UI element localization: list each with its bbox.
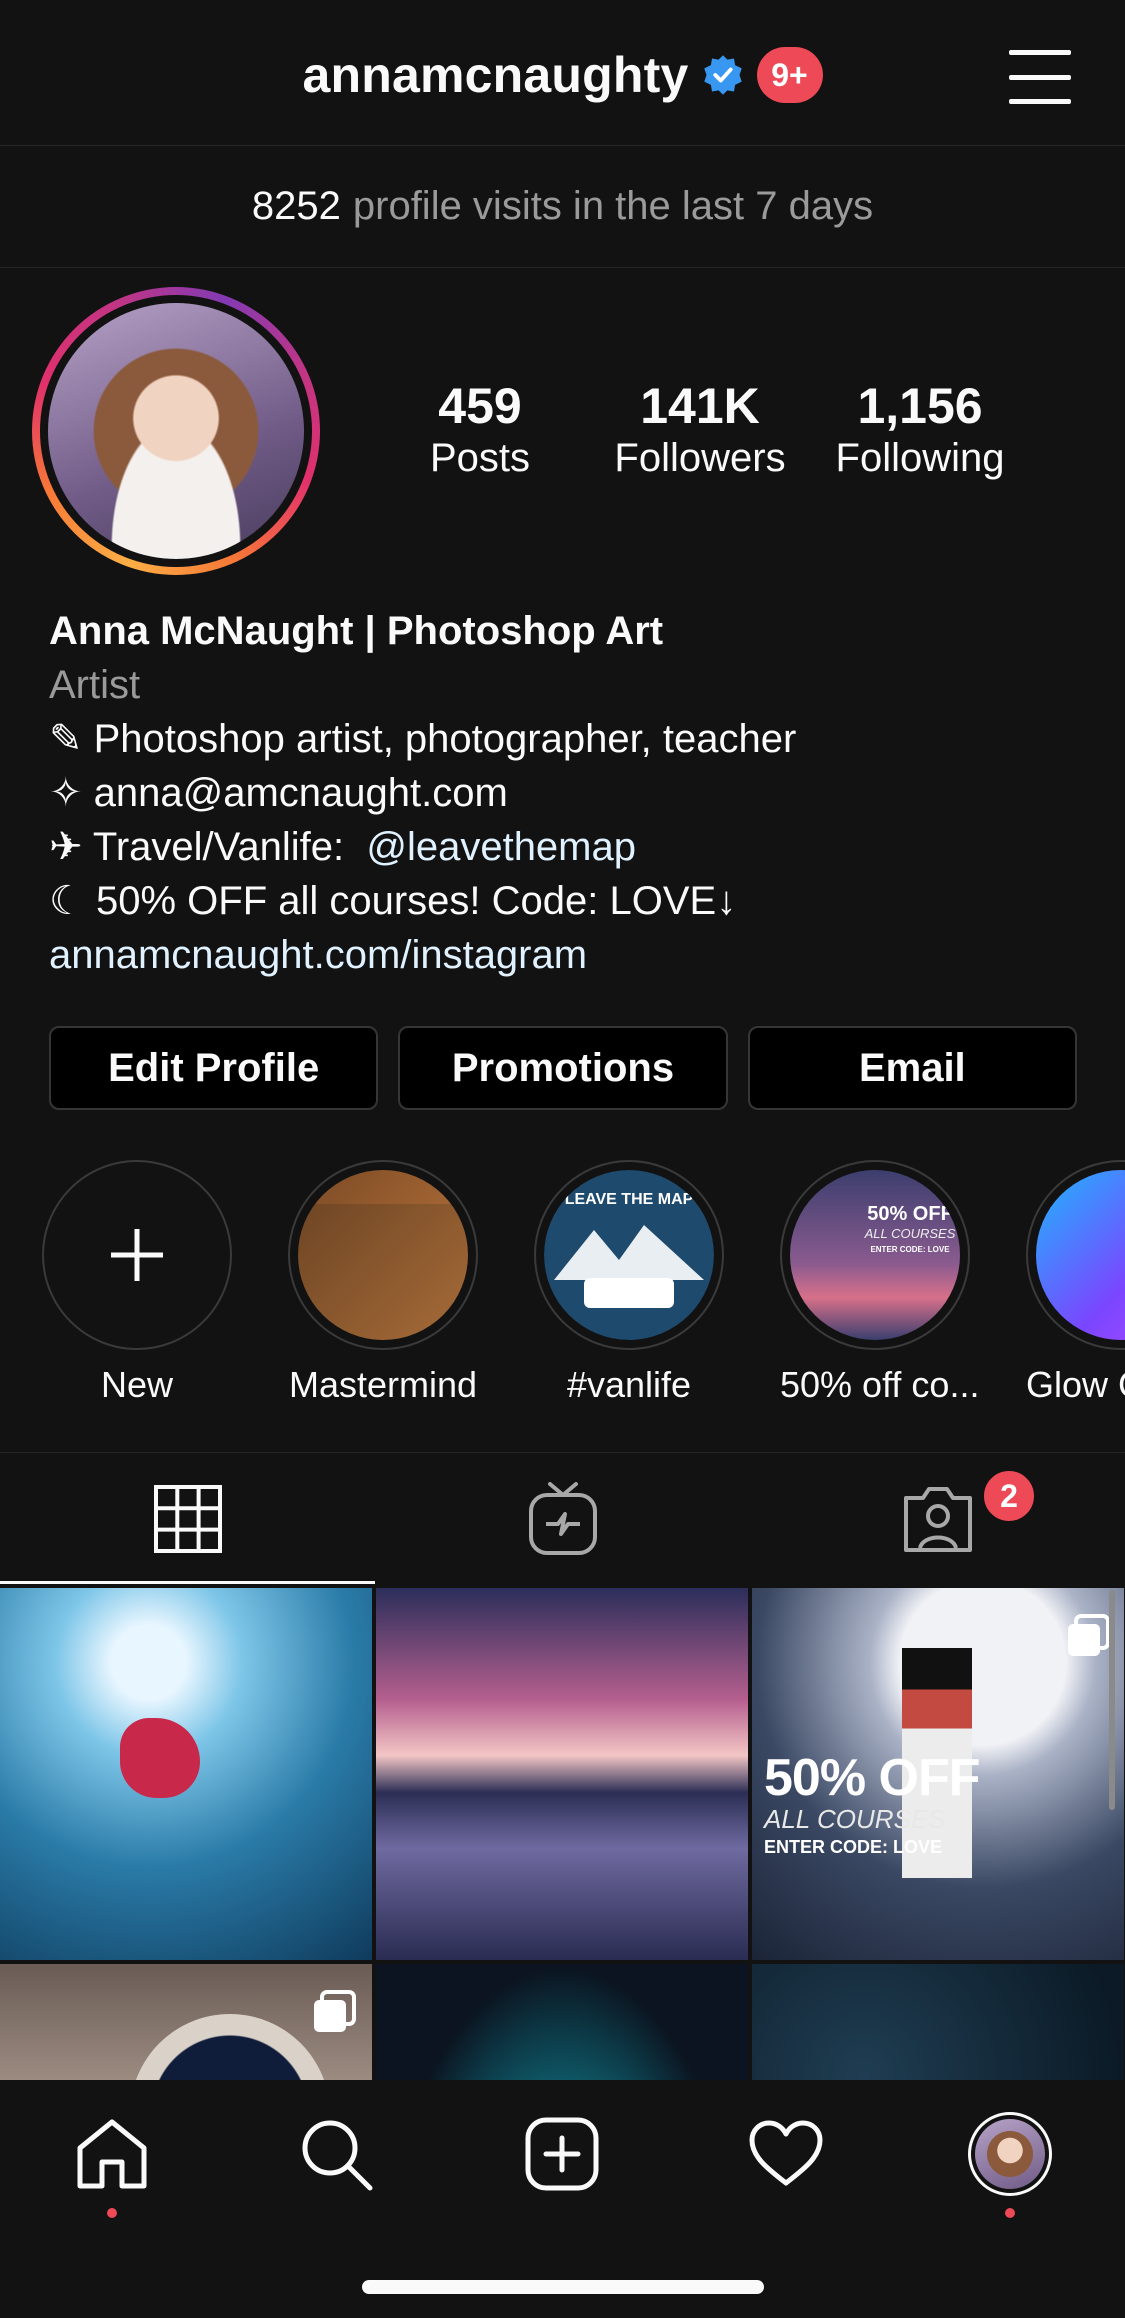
carousel-icon — [1068, 1614, 1110, 1656]
stat-value: 459 — [438, 378, 522, 434]
tagged-badge: 2 — [980, 1467, 1038, 1525]
tab-tagged[interactable]: 2 — [750, 1453, 1125, 1584]
highlight-vanlife[interactable]: LEAVE THE MAP #vanlife — [534, 1160, 724, 1406]
post-thumbnail[interactable] — [0, 1588, 372, 1960]
profile-visits-banner[interactable]: 8252 profile visits in the last 7 days — [0, 146, 1125, 268]
website-link[interactable]: annamcnaught.com/instagram — [49, 928, 1089, 982]
highlight-new[interactable]: New — [42, 1160, 232, 1406]
profile-action-buttons: Edit Profile Promotions Email — [49, 1026, 1077, 1110]
activity-heart-icon — [749, 2120, 823, 2186]
stat-value: 1,156 — [857, 378, 983, 434]
bio-line-travel: ✈ Travel/Vanlife: @leavethemap — [49, 820, 1089, 874]
post-thumbnail[interactable] — [376, 1588, 748, 1960]
highlight-label: 50% off co... — [780, 1364, 980, 1405]
profile-stats: 459 Posts 141K Followers 1,156 Following — [380, 378, 1100, 482]
bio-line: ✈ Travel/Vanlife: — [49, 825, 367, 869]
bio-line: ✧ anna@amcnaught.com — [49, 771, 508, 815]
scroll-indicator[interactable] — [1109, 1590, 1115, 1810]
highlight-vanlife-text: LEAVE THE MAP — [565, 1191, 694, 1208]
profile-avatar[interactable] — [32, 287, 320, 575]
username[interactable]: annamcnaughty — [303, 46, 689, 104]
nav-new-post[interactable] — [520, 2112, 604, 2196]
username-header[interactable]: annamcnaughty 9+ — [0, 46, 1125, 104]
visits-count: 8252 — [251, 184, 341, 228]
highlight-cover — [1036, 1170, 1125, 1340]
top-bar: annamcnaughty 9+ — [0, 0, 1125, 146]
search-icon — [302, 2120, 373, 2191]
visits-text: profile visits in the last 7 days — [352, 184, 874, 228]
profile-name: Anna McNaught | Photoshop Art — [49, 609, 664, 653]
highlight-cover: LEAVE THE MAP — [544, 1170, 714, 1340]
stat-label: Followers — [614, 436, 786, 480]
verified-badge-icon — [703, 55, 742, 95]
post-thumbnail[interactable] — [0, 1964, 372, 2080]
avatar-photo — [48, 303, 304, 559]
story-highlights: New Mastermind LEAVE THE MAP #vanlife 50… — [0, 1160, 1125, 1420]
posts-grid: 50% OFF ALL COURSES ENTER CODE: LOVE — [0, 1588, 1125, 2080]
sale-overlay-small: ENTER CODE: LOVE — [764, 1837, 943, 1857]
highlight-mastermind[interactable]: Mastermind — [288, 1160, 478, 1406]
stat-posts[interactable]: 459 Posts — [380, 378, 580, 482]
post-thumbnail[interactable]: 50% OFF ALL COURSES ENTER CODE: LOVE — [752, 1588, 1124, 1960]
highlight-glow[interactable]: Glow C — [1026, 1160, 1125, 1406]
tab-igtv[interactable] — [375, 1453, 750, 1584]
tagged-icon — [903, 1486, 972, 1552]
notification-dot — [1005, 2208, 1015, 2218]
bio-line: ☾ 50% OFF all courses! Code: LOVE↓ — [49, 879, 737, 923]
highlight-sale-line1: 50% OFF — [867, 1203, 953, 1225]
stat-label: Following — [835, 436, 1005, 480]
profile-bio: Anna McNaught | Photoshop Art Artist ✎ P… — [49, 604, 1089, 982]
nav-profile[interactable] — [968, 2112, 1052, 2218]
profile-category: Artist — [49, 663, 141, 707]
home-indicator[interactable] — [362, 2280, 764, 2294]
igtv-icon — [528, 1481, 597, 1555]
highlight-cover — [298, 1170, 468, 1340]
stat-following[interactable]: 1,156 Following — [810, 378, 1030, 482]
highlight-sale-line2: ALL COURSES — [864, 1226, 956, 1241]
nav-search[interactable] — [294, 2112, 378, 2196]
profile-avatar — [968, 2112, 1052, 2196]
highlight-label: New — [100, 1364, 174, 1405]
notification-badge[interactable]: 9+ — [756, 47, 823, 103]
nav-activity[interactable] — [744, 2112, 828, 2196]
grid-icon — [153, 1484, 222, 1553]
carousel-icon — [314, 1990, 356, 2032]
profile-tabs: 2 — [0, 1452, 1125, 1584]
promotions-button[interactable]: Promotions — [398, 1026, 728, 1110]
highlight-sale-line3: ENTER CODE: LOVE — [870, 1245, 950, 1254]
hamburger-menu-icon[interactable] — [1009, 50, 1071, 104]
nav-home[interactable] — [70, 2112, 154, 2218]
plus-icon — [111, 1229, 163, 1281]
stat-followers[interactable]: 141K Followers — [570, 378, 830, 482]
highlight-label: Glow C — [1026, 1364, 1125, 1405]
tab-grid[interactable] — [0, 1453, 375, 1584]
highlight-label: #vanlife — [566, 1364, 692, 1405]
highlight-cover: 50% OFF ALL COURSES ENTER CODE: LOVE — [790, 1170, 960, 1340]
sale-overlay: 50% OFF ALL COURSES ENTER CODE: LOVE — [764, 1748, 980, 1858]
home-icon — [77, 2119, 147, 2189]
mention-link[interactable]: @leavethemap — [366, 825, 636, 869]
edit-profile-button[interactable]: Edit Profile — [49, 1026, 379, 1110]
highlight-label: Mastermind — [288, 1364, 478, 1405]
stat-value: 141K — [640, 378, 760, 434]
stat-label: Posts — [429, 436, 531, 480]
highlight-sale[interactable]: 50% OFF ALL COURSES ENTER CODE: LOVE 50%… — [780, 1160, 980, 1406]
sale-overlay-mid: ALL COURSES — [764, 1804, 946, 1834]
new-post-icon — [525, 2117, 599, 2191]
notification-dot — [107, 2208, 117, 2218]
sale-overlay-big: 50% OFF — [764, 1749, 980, 1807]
post-thumbnail[interactable] — [376, 1964, 748, 2080]
bio-line: ✎ Photoshop artist, photographer, teache… — [49, 717, 797, 761]
post-thumbnail[interactable] — [752, 1964, 1124, 2080]
email-button[interactable]: Email — [747, 1026, 1077, 1110]
porthole-illustration — [130, 2014, 330, 2080]
highlight-new-circle[interactable] — [42, 1160, 232, 1350]
